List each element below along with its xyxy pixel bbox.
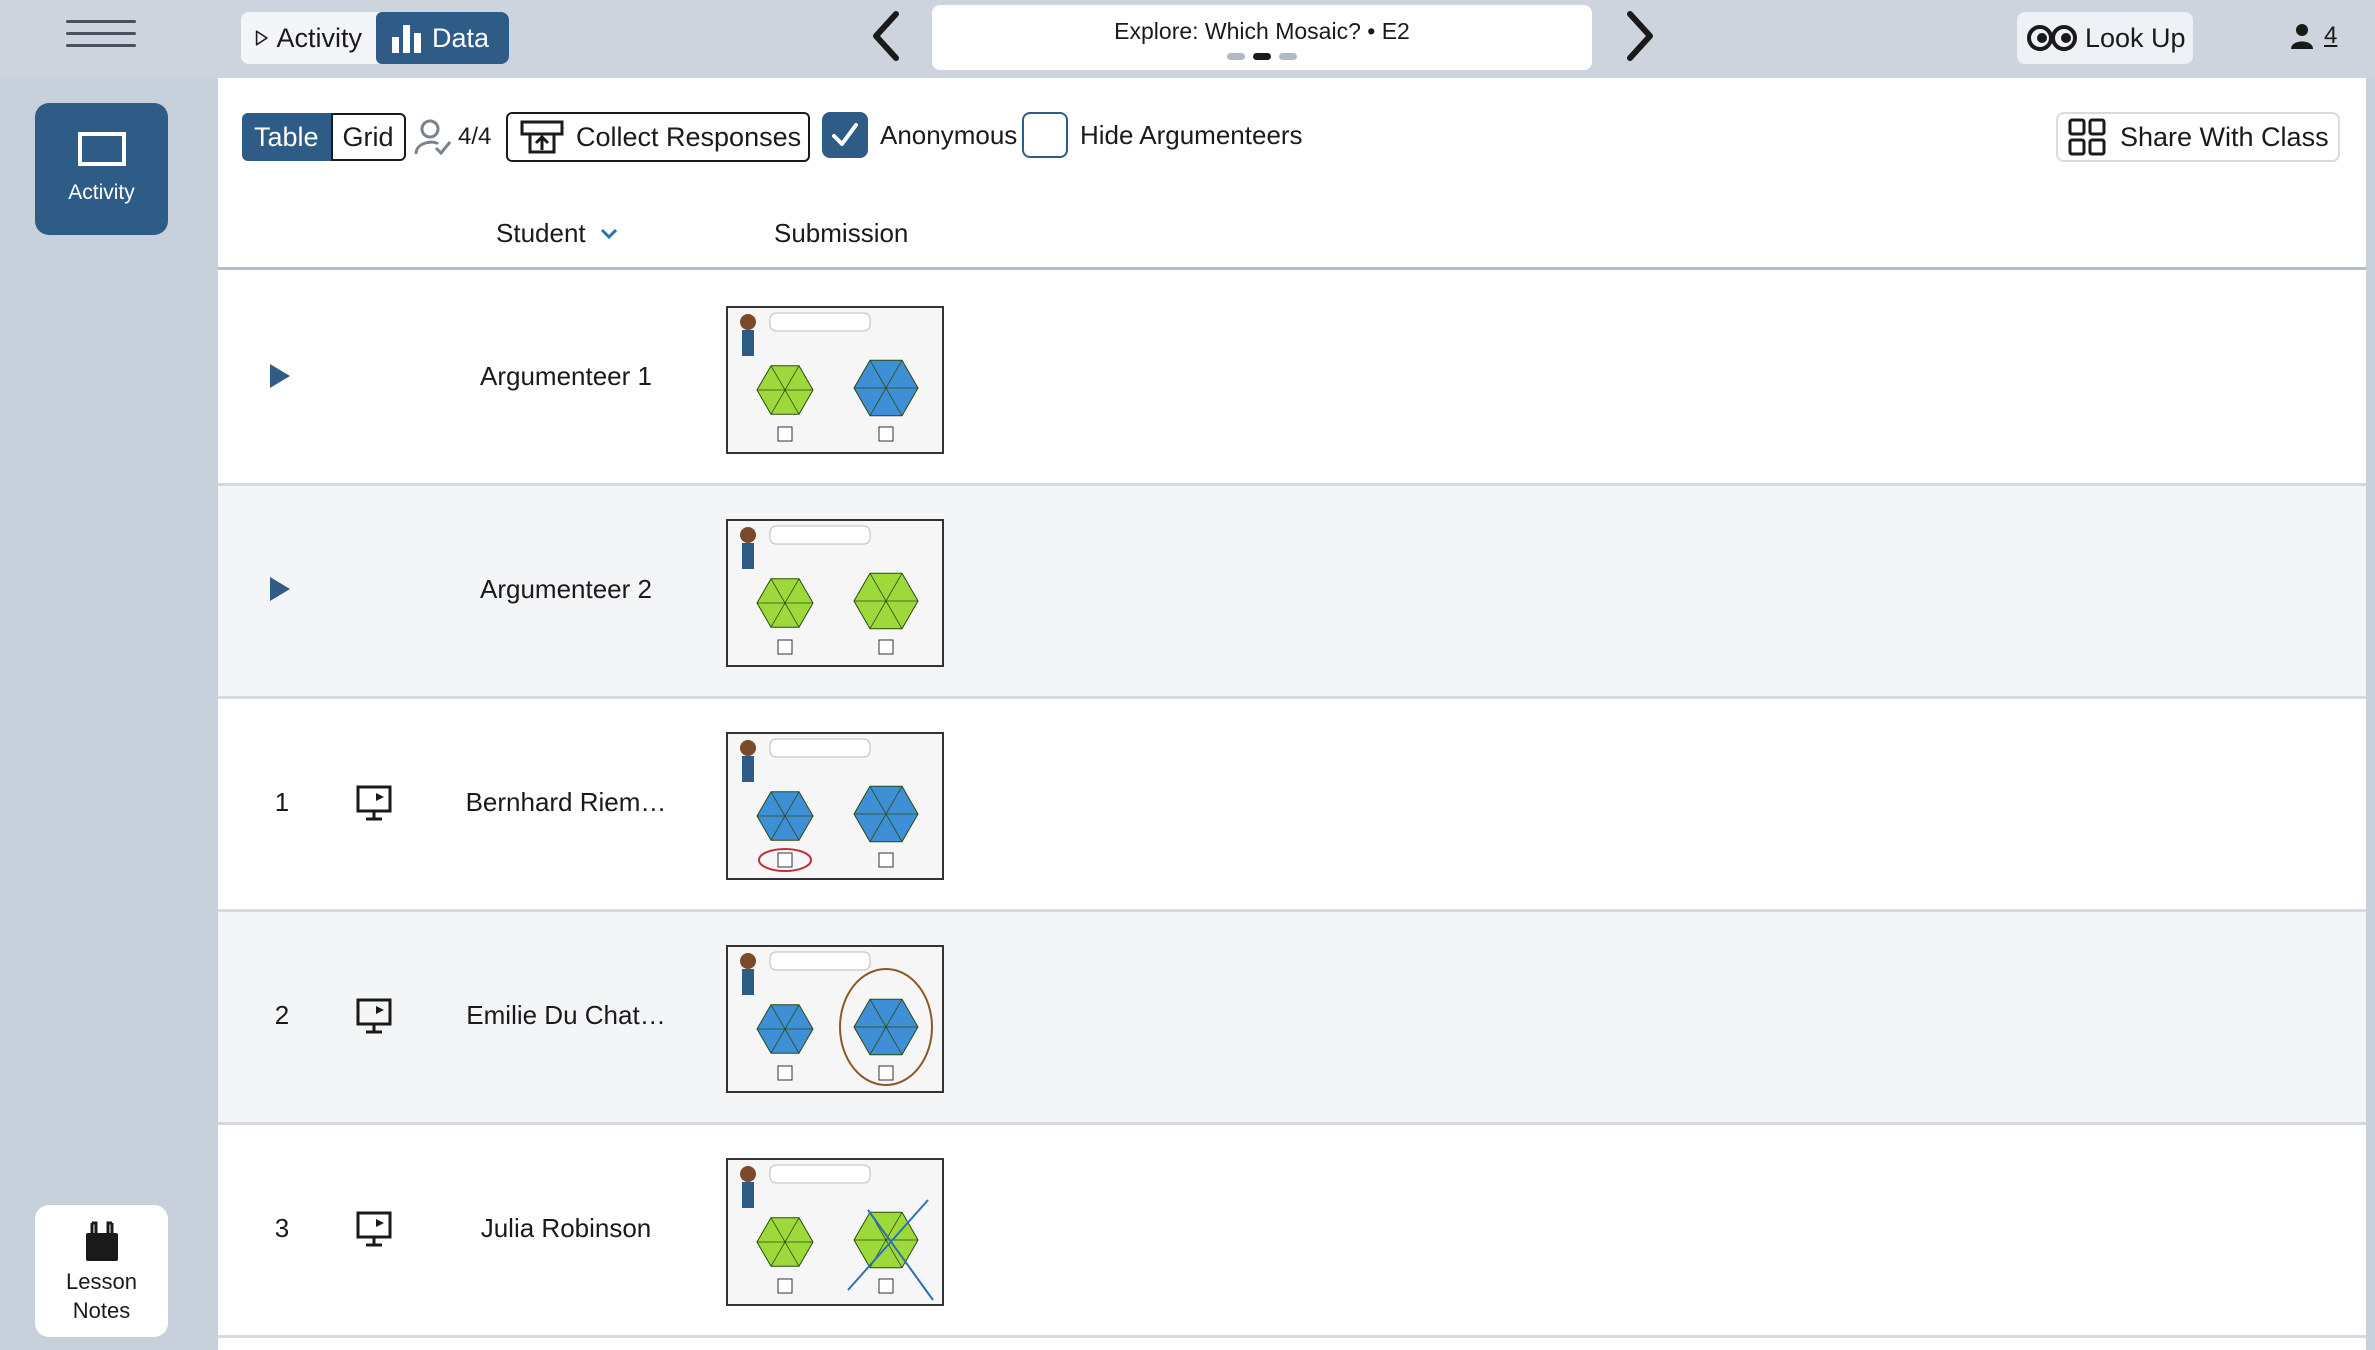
lesson-notes-button[interactable]: Lesson Notes xyxy=(35,1205,168,1337)
row-index: 3 xyxy=(274,1213,290,1243)
screen-dot[interactable] xyxy=(1227,53,1245,60)
next-screen-icon[interactable] xyxy=(1614,8,1664,64)
layout-toggle: Table Grid xyxy=(242,113,406,161)
grid-icon xyxy=(2068,118,2106,156)
submission-thumbnail[interactable] xyxy=(726,945,944,1093)
checkmark-icon xyxy=(832,123,858,146)
collect-responses-label: Collect Responses xyxy=(576,121,802,152)
previous-screen-icon[interactable] xyxy=(862,8,912,64)
screen-title-box[interactable]: Explore: Which Mosaic? • E2 xyxy=(932,5,1592,70)
person-icon xyxy=(2291,24,2313,49)
presentation-icon[interactable] xyxy=(354,996,394,1036)
submission-column-header: Submission xyxy=(774,218,909,248)
data-view-label: Data xyxy=(432,22,490,53)
row-index: 2 xyxy=(274,1000,290,1030)
student-column-header[interactable]: Student xyxy=(496,218,618,249)
student-name[interactable]: Argumenteer 2 xyxy=(456,574,676,605)
share-with-class-button[interactable]: Share With Class xyxy=(2056,112,2340,162)
presentation-icon[interactable] xyxy=(354,1209,394,1249)
person-check-icon xyxy=(414,119,452,156)
submission-thumbnail[interactable] xyxy=(726,1158,944,1306)
student-name[interactable]: Emilie Du Chat… xyxy=(456,1000,676,1031)
dashboard-panel: Table Grid 4/4 Collect Responses Anonymo… xyxy=(218,78,2366,1350)
student-header-label: Student xyxy=(496,218,586,248)
look-up-button[interactable]: Look Up xyxy=(2017,12,2193,64)
submission-thumbnail[interactable] xyxy=(726,732,944,880)
table-view-button[interactable]: Table xyxy=(242,113,331,161)
screen-dot[interactable] xyxy=(1279,53,1297,60)
share-with-class-label: Share With Class xyxy=(2120,121,2329,152)
collect-icon xyxy=(520,120,564,154)
student-name[interactable]: Argumenteer 1 xyxy=(456,361,676,392)
bar-chart-icon xyxy=(392,25,421,53)
anonymous-checkbox[interactable] xyxy=(822,112,868,158)
collect-responses-button[interactable]: Collect Responses xyxy=(506,112,810,162)
table-row[interactable]: 1 Bernhard Riem… xyxy=(218,699,2366,912)
activity-view-button[interactable]: Activity xyxy=(241,12,376,64)
data-view-button[interactable]: Data xyxy=(376,12,509,64)
hide-argumenteers-label: Hide Argumenteers xyxy=(1080,119,1303,150)
binder-icon xyxy=(85,1221,118,1261)
submission-thumbnail[interactable] xyxy=(726,519,944,667)
student-name[interactable]: Bernhard Riem… xyxy=(456,787,676,818)
chevron-down-icon xyxy=(600,228,617,239)
table-header: Student Submission xyxy=(218,198,2366,270)
table-row[interactable]: Argumenteer 2 xyxy=(218,486,2366,699)
anonymous-label: Anonymous xyxy=(880,119,1018,150)
menu-icon[interactable] xyxy=(66,20,136,52)
table-row[interactable]: 2 Emilie Du Chat… xyxy=(218,912,2366,1125)
sidebar-activity-label: Activity xyxy=(68,181,135,204)
screen-position-dots xyxy=(932,53,1592,60)
play-argumenteer-icon[interactable] xyxy=(264,361,294,391)
look-up-label: Look Up xyxy=(2085,22,2186,53)
anonymous-toggle[interactable]: Anonymous xyxy=(822,112,1017,158)
sidebar-activity-button[interactable]: Activity xyxy=(35,103,168,235)
eyes-icon xyxy=(2027,25,2077,51)
submission-thumbnail[interactable] xyxy=(726,306,944,454)
activity-view-label: Activity xyxy=(276,22,362,53)
play-argumenteer-icon[interactable] xyxy=(264,574,294,604)
top-bar: Activity Data Explore: Which Mosaic? • E… xyxy=(0,0,2375,78)
table-row[interactable]: Argumenteer 1 xyxy=(218,273,2366,486)
grid-view-button[interactable]: Grid xyxy=(330,113,406,161)
screen-icon xyxy=(77,132,126,166)
response-count: 4/4 xyxy=(414,118,491,156)
row-index: 1 xyxy=(274,787,290,817)
student-name[interactable]: Julia Robinson xyxy=(456,1213,676,1244)
connected-users[interactable]: 4 xyxy=(2290,22,2337,50)
connected-users-count: 4 xyxy=(2324,22,2338,49)
hide-argumenteers-toggle[interactable]: Hide Argumenteers xyxy=(1022,112,1303,158)
lesson-notes-label: Lesson Notes xyxy=(66,1269,137,1323)
response-count-text: 4/4 xyxy=(458,123,492,150)
screen-title: Explore: Which Mosaic? • E2 xyxy=(1114,18,1410,44)
play-icon xyxy=(255,30,268,46)
hide-argumenteers-checkbox[interactable] xyxy=(1022,112,1068,158)
presentation-icon[interactable] xyxy=(354,783,394,823)
table-row[interactable]: 3 Julia Robinson xyxy=(218,1125,2366,1338)
screen-dot-current[interactable] xyxy=(1253,53,1271,60)
dashboard-toolbar: Table Grid 4/4 Collect Responses Anonymo… xyxy=(218,78,2366,198)
view-toggle: Activity Data xyxy=(241,12,509,64)
